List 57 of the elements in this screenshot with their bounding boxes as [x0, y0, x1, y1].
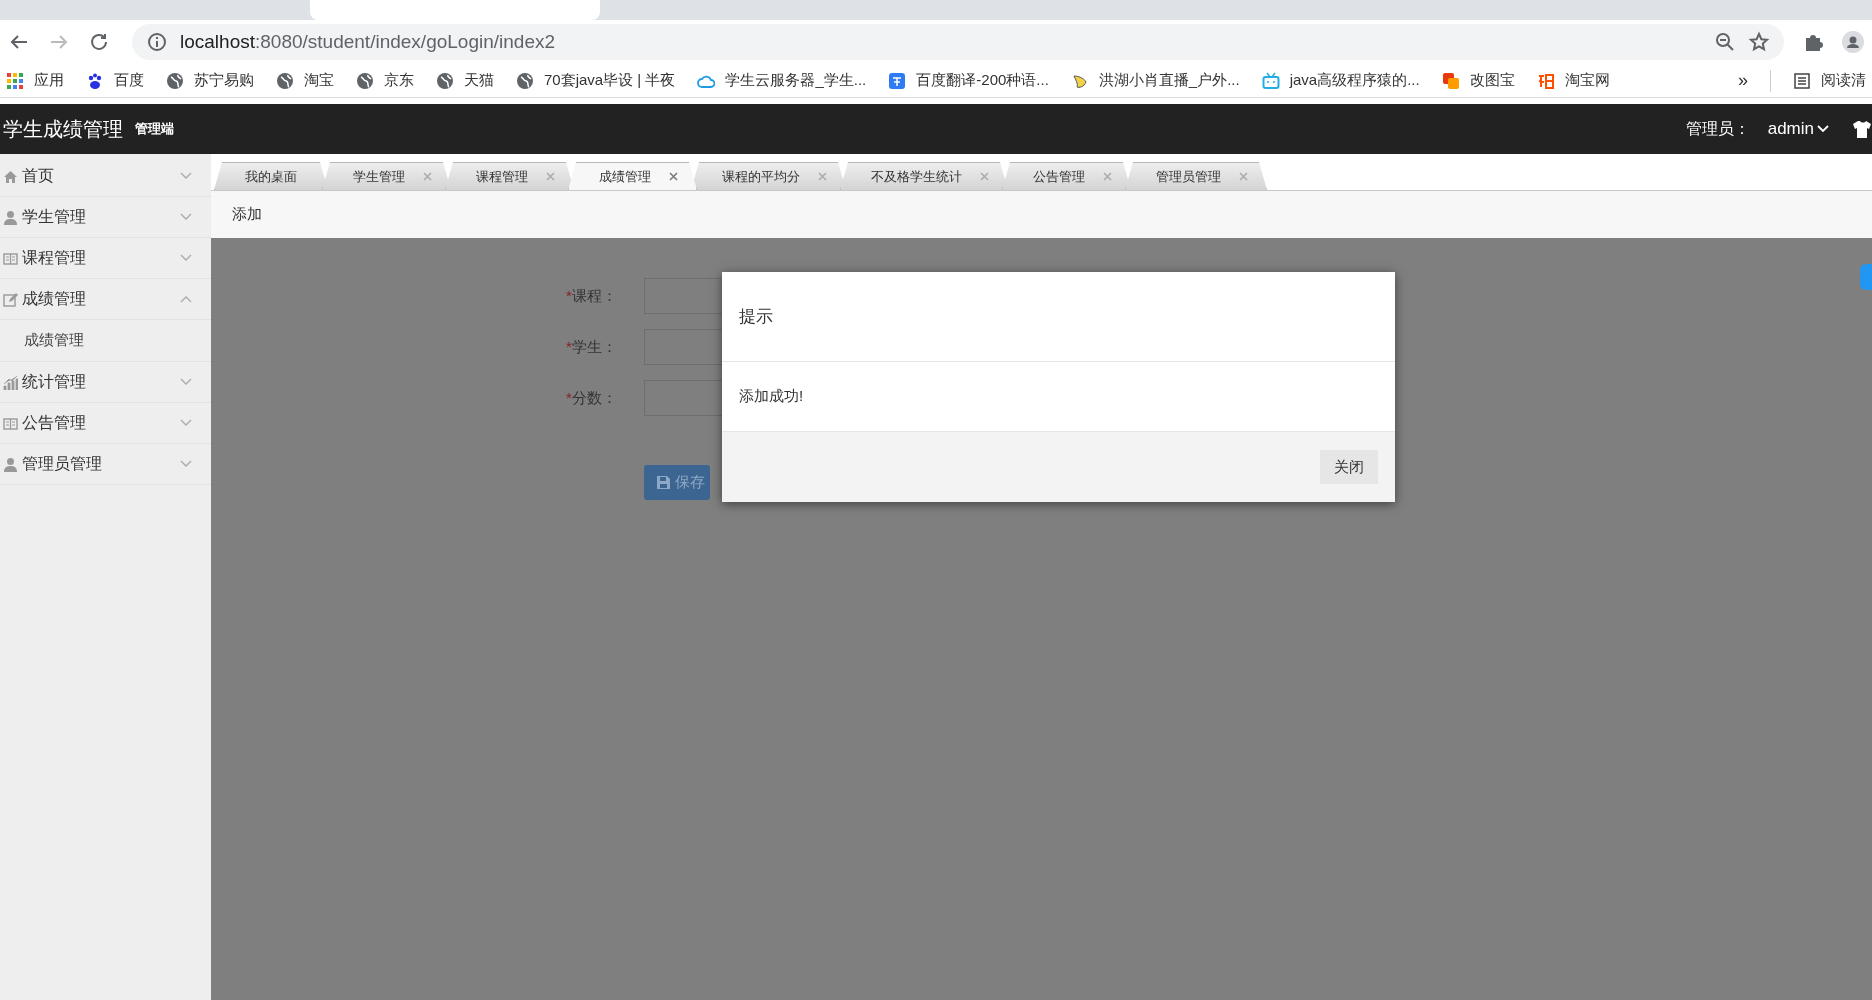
translate-icon [888, 71, 907, 90]
shop-logo-icon [1536, 71, 1555, 90]
user-menu[interactable]: admin [1767, 119, 1830, 139]
sidebar-item[interactable]: 统计管理 [0, 362, 211, 403]
field-label: *分数： [566, 388, 618, 408]
bookmark[interactable]: 改图宝 [1441, 71, 1515, 90]
shirt-icon[interactable] [1852, 120, 1872, 138]
app-subtitle: 管理端 [135, 120, 174, 138]
tab[interactable]: 管理员管理 [1125, 162, 1267, 190]
info-icon[interactable] [146, 31, 168, 53]
squares-icon [1441, 71, 1460, 90]
globe-icon [356, 71, 374, 90]
chevron-down-icon [1816, 124, 1830, 134]
list-icon [1793, 71, 1811, 90]
tv-icon [1261, 71, 1280, 90]
globe-icon [276, 71, 294, 90]
add-tab-title: 添加 [211, 191, 1872, 238]
paw-icon [86, 71, 104, 90]
more-bookmarks-button[interactable]: » [1738, 70, 1748, 91]
field-label: *课程： [566, 286, 618, 306]
app-title: 学生成绩管理 [3, 116, 123, 142]
edit-icon [3, 291, 18, 307]
close-button[interactable]: 关闭 [1320, 450, 1378, 484]
globe-icon [166, 71, 184, 90]
home-icon [3, 168, 18, 184]
star-icon[interactable] [1748, 31, 1770, 53]
dialog-title: 提示 [722, 272, 1395, 362]
bookmark[interactable]: 70套java毕设 | 半夜 [516, 71, 676, 90]
zoom-out-icon[interactable] [1714, 31, 1736, 53]
bookmark[interactable]: 洪湖小肖直播_户外... [1070, 71, 1240, 90]
address-bar[interactable]: localhost:8080/student/index/goLogin/index2 [132, 24, 1784, 60]
reload-icon[interactable] [88, 31, 110, 53]
person-icon [3, 209, 18, 225]
profile-icon[interactable] [1842, 31, 1864, 53]
apps-grid-icon [6, 71, 24, 90]
bookmark[interactable]: 百度 [86, 71, 144, 90]
tab[interactable]: 成绩管理 [568, 162, 697, 190]
book-icon [3, 250, 18, 266]
bookmark[interactable]: 苏宁易购 [166, 71, 254, 90]
close-icon[interactable] [669, 172, 678, 181]
bookmark[interactable]: 淘宝网 [1536, 71, 1610, 90]
bookmark[interactable]: 淘宝 [276, 71, 334, 90]
globe-icon [516, 71, 534, 90]
globe-icon [436, 71, 454, 90]
reading-list-button[interactable]: 阅读清 [1793, 71, 1866, 90]
bookmark[interactable]: 应用 [6, 71, 64, 90]
bookmark[interactable]: 学生云服务器_学生... [697, 71, 867, 90]
user-label: 管理员： [1685, 118, 1750, 139]
person-icon [3, 456, 18, 472]
bookmark[interactable]: 天猫 [436, 71, 494, 90]
book-icon [3, 415, 18, 431]
chart-icon [3, 374, 18, 390]
url-text: localhost:8080/student/index/goLogin/index2 [180, 31, 556, 53]
bookmark[interactable]: 京东 [356, 71, 414, 90]
bookmark[interactable]: java高级程序猿的... [1261, 71, 1420, 90]
field-label: *学生： [566, 337, 618, 357]
bookmark[interactable]: 百度翻译-200种语... [888, 71, 1049, 90]
